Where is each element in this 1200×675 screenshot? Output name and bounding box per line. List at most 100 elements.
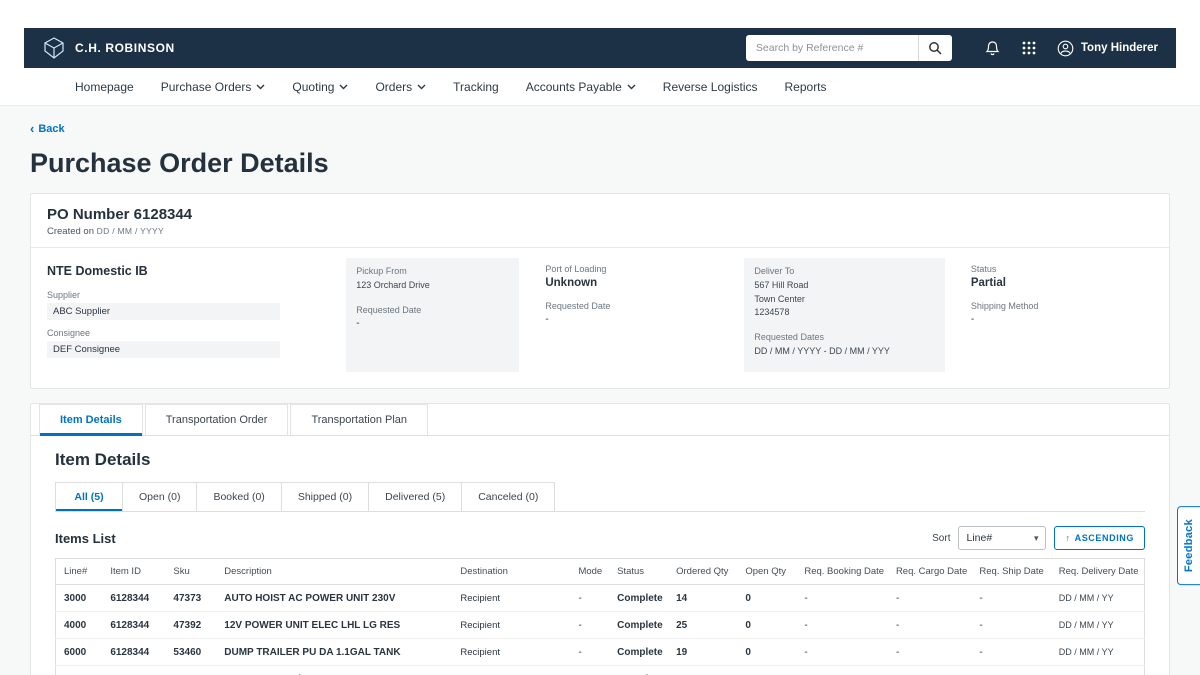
details-tabs-card: Item Details Transportation Order Transp… (30, 403, 1170, 675)
brand-logo-icon (42, 36, 66, 60)
divider (31, 247, 1169, 248)
item-details-panel: Item Details All (5) Open (0) Booked (0)… (31, 436, 1169, 675)
filter-tab-booked[interactable]: Booked (0) (196, 482, 281, 511)
order-type-column: NTE Domestic IB Supplier ABC Supplier Co… (47, 258, 320, 372)
nav-homepage[interactable]: Homepage (75, 80, 134, 94)
bell-icon (985, 40, 1000, 56)
col-header: Ordered Qty (668, 559, 737, 585)
filter-tab-canceled[interactable]: Canceled (0) (461, 482, 555, 511)
nav-reports[interactable]: Reports (785, 80, 827, 94)
col-header: Description (216, 559, 452, 585)
cell-req-delivery-date: DD / MM / YY (1051, 612, 1145, 639)
cell-ordered-qty: 19 (668, 639, 737, 666)
col-header: Req. Delivery Date (1051, 559, 1145, 585)
cell-status: Complete (609, 585, 668, 612)
col-header: Sku (165, 559, 216, 585)
notifications-button[interactable] (985, 40, 1000, 56)
back-chevron-icon: ‹ (30, 122, 34, 135)
sort-controls: Sort Line# ▾ ↑ ASCENDING (932, 526, 1145, 550)
cell-item-id: 6128344 (102, 666, 165, 675)
cell-mode: - (570, 612, 609, 639)
items-list-header: Items List Sort Line# ▾ ↑ ASCENDING (55, 526, 1145, 550)
back-link[interactable]: ‹ Back (30, 122, 65, 135)
po-summary-card: PO Number 6128344 Created on DD / MM / Y… (30, 193, 1170, 389)
po-number: PO Number 6128344 (47, 206, 1153, 223)
sort-direction-label: ASCENDING (1075, 533, 1134, 543)
nav-purchase-orders[interactable]: Purchase Orders (161, 80, 266, 94)
sort-direction-button[interactable]: ↑ ASCENDING (1054, 526, 1145, 550)
supplier-value: ABC Supplier (47, 303, 280, 320)
filter-tab-all[interactable]: All (5) (55, 482, 123, 511)
cell-destination: Recipient (452, 666, 570, 675)
sort-label: Sort (932, 533, 950, 544)
nav-quoting[interactable]: Quoting (292, 80, 348, 94)
sort-select[interactable]: Line# ▾ (958, 526, 1046, 550)
nav-label: Homepage (75, 80, 134, 94)
header-search (746, 35, 952, 61)
order-type: NTE Domestic IB (47, 264, 320, 278)
items-list-title: Items List (55, 531, 116, 546)
cell-item-id: 6128344 (102, 612, 165, 639)
cell-description: INDUST PU 230/460V 2320PSI 15 (216, 666, 452, 675)
deliver-to-label: Deliver To (754, 266, 934, 276)
tab-transportation-order[interactable]: Transportation Order (145, 404, 289, 435)
cell-status: Complete (609, 666, 668, 675)
user-name: Tony Hinderer (1081, 42, 1158, 54)
cell-open-qty: 0 (737, 666, 796, 675)
main-nav: Homepage Purchase Orders Quoting Orders … (0, 68, 1200, 106)
table-row: 4000 6128344 47392 12V POWER UNIT ELEC L… (56, 612, 1145, 639)
tab-transportation-plan[interactable]: Transportation Plan (290, 404, 428, 435)
cell-line: 3000 (56, 585, 103, 612)
app-header-wrap: C.H. ROBINSON (0, 28, 1200, 68)
requested-date-value: - (356, 318, 509, 329)
deliver-to-column: Deliver To 567 Hill Road Town Center 123… (744, 258, 944, 372)
deliver-to-line: 1234578 (754, 306, 934, 320)
port-of-loading-label: Port of Loading (545, 264, 718, 274)
table-row: 6000 6128344 53460 DUMP TRAILER PU DA 1.… (56, 639, 1145, 666)
tab-item-details[interactable]: Item Details (39, 404, 143, 435)
filter-tab-open[interactable]: Open (0) (122, 482, 197, 511)
cell-req-ship-date: - (971, 612, 1050, 639)
cell-req-cargo-date: - (888, 666, 971, 675)
page-root: C.H. ROBINSON (0, 0, 1200, 675)
cell-open-qty: 0 (737, 639, 796, 666)
user-menu[interactable]: Tony Hinderer (1057, 40, 1158, 57)
cell-mode: - (570, 585, 609, 612)
cell-req-booking-date: - (796, 666, 888, 675)
nav-tracking[interactable]: Tracking (453, 80, 499, 94)
cell-open-qty: 0 (737, 612, 796, 639)
cell-sku: 53460 (165, 639, 216, 666)
feedback-tab[interactable]: Feedback (1177, 506, 1200, 585)
back-label: Back (38, 123, 64, 135)
cell-req-delivery-date: DD / MM / YY (1051, 666, 1145, 675)
col-header: Open Qty (737, 559, 796, 585)
search-button[interactable] (918, 35, 952, 61)
cell-destination: Recipient (452, 585, 570, 612)
created-on: Created on DD / MM / YYYY (47, 226, 1153, 237)
cell-description: 12V POWER UNIT ELEC LHL LG RES (216, 612, 452, 639)
search-input[interactable] (746, 35, 918, 61)
search-icon (928, 41, 942, 55)
requested-date-value: - (545, 314, 718, 325)
nav-reverse-logistics[interactable]: Reverse Logistics (663, 80, 758, 94)
cell-req-cargo-date: - (888, 639, 971, 666)
cell-req-booking-date: - (796, 639, 888, 666)
cell-description: DUMP TRAILER PU DA 1.1GAL TANK (216, 639, 452, 666)
cell-description: AUTO HOIST AC POWER UNIT 230V (216, 585, 452, 612)
cell-open-qty: 0 (737, 585, 796, 612)
brand[interactable]: C.H. ROBINSON (42, 36, 175, 60)
filter-tab-shipped[interactable]: Shipped (0) (281, 482, 369, 511)
nav-orders[interactable]: Orders (375, 80, 426, 94)
cell-sku: 47392 (165, 612, 216, 639)
col-header: Line# (56, 559, 103, 585)
shipping-method-value: - (971, 314, 1153, 325)
nav-accounts-payable[interactable]: Accounts Payable (526, 80, 636, 94)
chevron-down-icon (417, 84, 426, 90)
filter-tab-delivered[interactable]: Delivered (5) (368, 482, 462, 511)
apps-button[interactable] (1022, 41, 1036, 55)
cell-item-id: 6128344 (102, 585, 165, 612)
brand-name: C.H. ROBINSON (75, 41, 175, 55)
cell-status: Complete (609, 639, 668, 666)
port-of-loading-value: Unknown (545, 277, 718, 289)
col-header: Destination (452, 559, 570, 585)
